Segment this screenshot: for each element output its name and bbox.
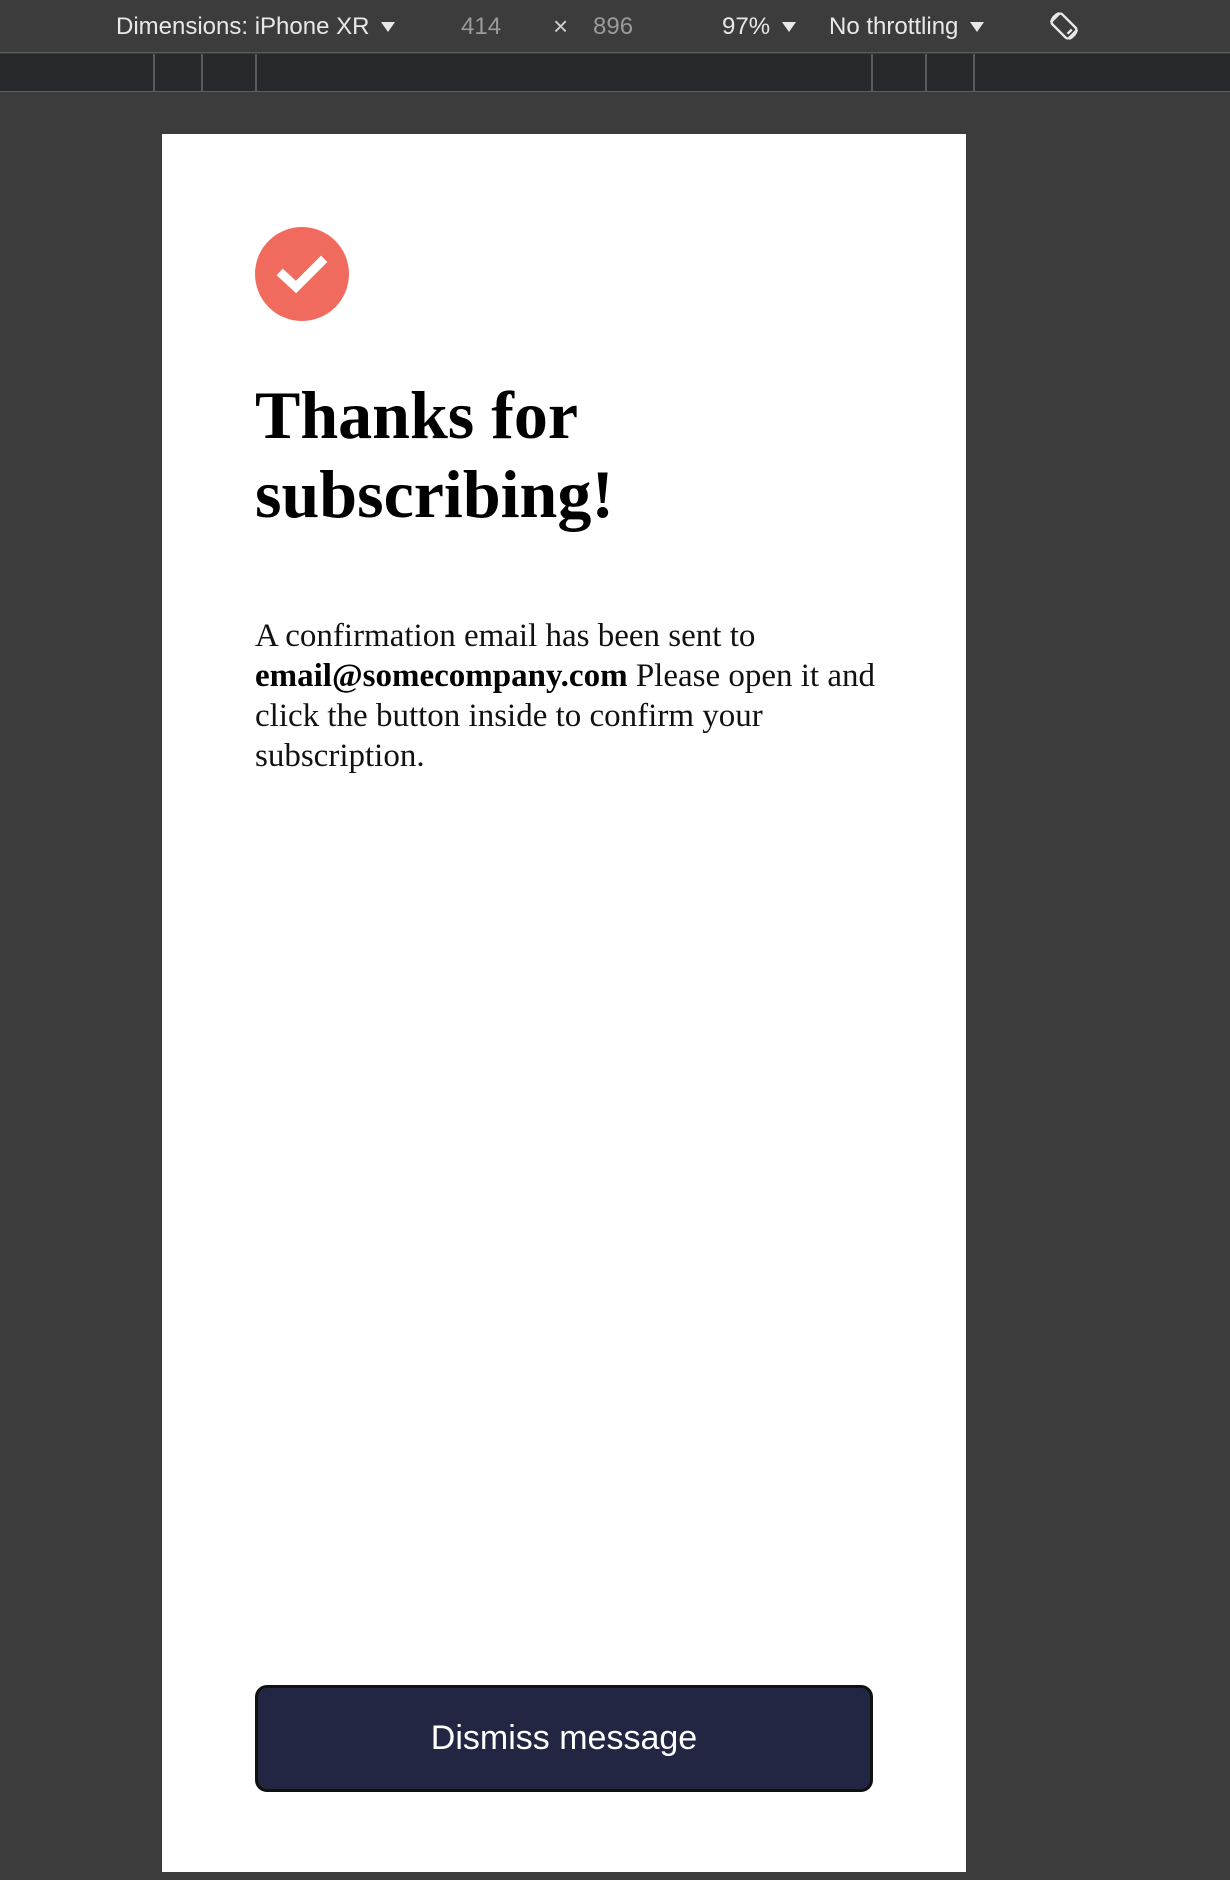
page-title: Thanks for subscribing! bbox=[255, 376, 875, 534]
ruler-divider bbox=[153, 54, 155, 92]
title-line-2: subscribing! bbox=[255, 456, 614, 532]
rotate-icon[interactable] bbox=[1046, 8, 1082, 44]
height-input[interactable]: 896 bbox=[593, 0, 633, 53]
throttling-dropdown[interactable]: No throttling bbox=[829, 0, 985, 53]
zoom-dropdown[interactable]: 97% bbox=[722, 0, 797, 53]
device-dimensions-label: Dimensions: iPhone XR bbox=[116, 12, 370, 40]
zoom-label: 97% bbox=[722, 12, 771, 40]
ruler-divider bbox=[871, 54, 873, 92]
device-dimensions-dropdown[interactable]: Dimensions: iPhone XR bbox=[116, 0, 396, 53]
ruler-divider bbox=[925, 54, 927, 92]
ruler-divider bbox=[973, 54, 975, 92]
device-viewport: Thanks for subscribing! A confirmation e… bbox=[162, 134, 966, 1872]
chevron-down-icon bbox=[782, 21, 797, 32]
throttling-label: No throttling bbox=[829, 12, 959, 40]
confirmation-message: A confirmation email has been sent to em… bbox=[255, 616, 895, 776]
device-toolbar: Dimensions: iPhone XR 414 × 896 97% No t… bbox=[0, 0, 1230, 53]
success-badge bbox=[255, 227, 349, 321]
message-intro: A confirmation email has been sent to bbox=[255, 618, 756, 654]
check-icon bbox=[276, 255, 328, 294]
ruler-divider bbox=[255, 54, 257, 92]
ruler-divider bbox=[201, 54, 203, 92]
dismiss-button[interactable]: Dismiss message bbox=[255, 1685, 873, 1792]
chevron-down-icon bbox=[970, 21, 985, 32]
chevron-down-icon bbox=[381, 21, 396, 32]
width-input[interactable]: 414 bbox=[461, 0, 501, 53]
title-line-1: Thanks for bbox=[255, 377, 579, 453]
times-icon: × bbox=[553, 11, 569, 41]
email-address: email@somecompany.com bbox=[255, 658, 628, 694]
media-query-ruler[interactable] bbox=[0, 54, 1230, 92]
